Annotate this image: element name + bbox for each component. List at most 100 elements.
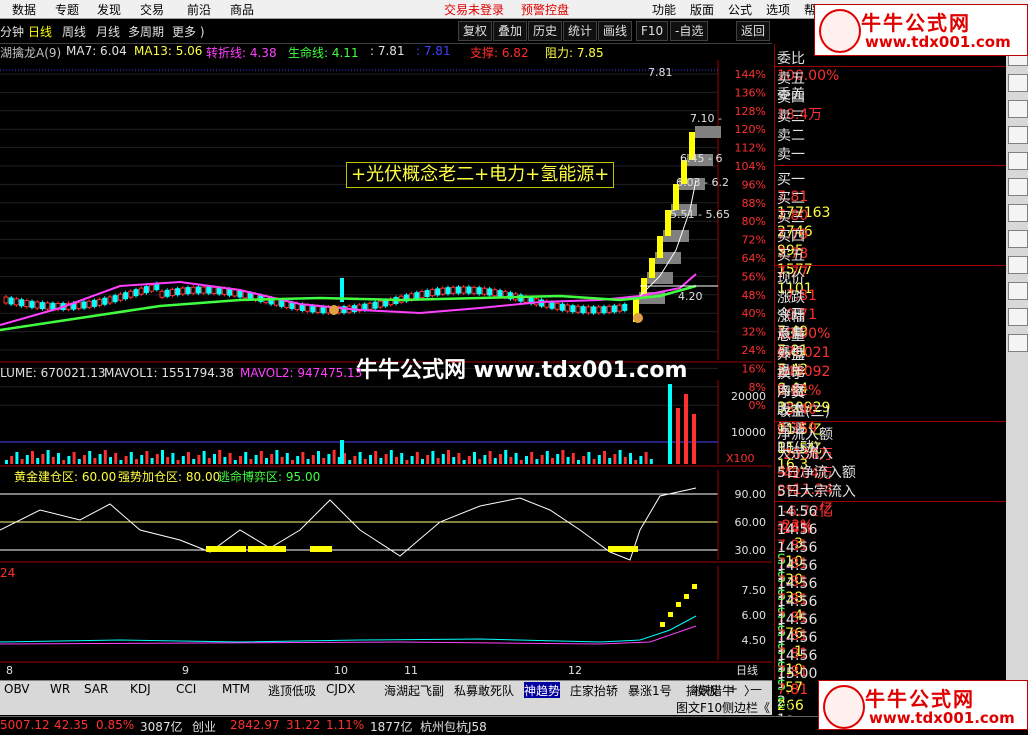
- trade-login-status[interactable]: 交易未登录: [444, 1, 504, 18]
- indicator-tab[interactable]: 逃顶低吸: [268, 682, 316, 699]
- tick-row: 14:56 7.81 10 S 1: [777, 522, 1005, 602]
- sell-label: 卖二: [777, 128, 805, 144]
- volume-bar: [31, 451, 34, 464]
- menu-item-discover[interactable]: 发现: [97, 1, 121, 18]
- volume-bar: [161, 450, 164, 464]
- candle-body: [461, 286, 467, 294]
- bars-icon[interactable]: [1008, 74, 1028, 92]
- menu-item-trade[interactable]: 交易: [140, 1, 164, 18]
- indicator-tab[interactable]: CJDX: [326, 682, 355, 696]
- menu-item-layout[interactable]: 版面: [690, 1, 714, 18]
- tick-row: 14:56 7.81 4 S 1: [777, 576, 1005, 656]
- indicator-tab[interactable]: KDJ: [130, 682, 151, 696]
- f10-button[interactable]: F10: [636, 21, 669, 41]
- buy-row: 买四 7.78 1577: [777, 226, 1005, 278]
- menu-item-goods[interactable]: 商品: [230, 1, 254, 18]
- volume-bar: [623, 457, 627, 464]
- menu-item-function[interactable]: 功能: [652, 1, 676, 18]
- calc-icon[interactable]: [1008, 308, 1028, 326]
- candle-body: [175, 288, 181, 296]
- indicator-tab[interactable]: MTM: [222, 682, 250, 696]
- volume-bar: [535, 459, 539, 464]
- indicator-tab[interactable]: SAR: [84, 682, 108, 696]
- indicator-tab[interactable]: 暴涨1号: [628, 682, 672, 699]
- period-monthly[interactable]: 月线: [96, 23, 120, 40]
- indicator-tab[interactable]: WR: [50, 682, 70, 696]
- stats-button[interactable]: 统计: [563, 21, 598, 41]
- watchlist-button[interactable]: -自选: [670, 21, 709, 41]
- volume-bar: [410, 456, 414, 464]
- back-button[interactable]: 返回: [736, 21, 771, 41]
- pct-tick-label: 88%: [742, 197, 766, 210]
- volume-bar: [577, 460, 580, 464]
- indicator-tab[interactable]: 海湖起飞副: [384, 682, 444, 699]
- candle-body: [8, 297, 14, 305]
- indicator-tab[interactable]: +: [728, 682, 738, 696]
- note-icon[interactable]: [1008, 282, 1028, 300]
- tick-row: 14:567.8157S1: [777, 648, 1005, 728]
- volume-bar: [668, 384, 672, 464]
- menu-item-data[interactable]: 数据: [12, 1, 36, 18]
- indicator-tab[interactable]: —: [750, 682, 762, 696]
- line-icon[interactable]: [1008, 230, 1028, 248]
- overlay-button[interactable]: 叠加: [493, 21, 528, 41]
- volume-bar: [530, 452, 534, 464]
- rsi-icon[interactable]: [1008, 256, 1028, 274]
- info-icon[interactable]: [1008, 334, 1028, 352]
- index-sh-pct: 0.85%: [96, 718, 135, 732]
- candle-body: [419, 291, 425, 299]
- draw-line-button[interactable]: 画线: [598, 21, 633, 41]
- index-gem-change: 31.22: [286, 718, 321, 732]
- menu-item-options[interactable]: 选项: [766, 1, 790, 18]
- period-label: 日线: [736, 663, 758, 677]
- kline-icon[interactable]: [1008, 100, 1028, 118]
- candle-body: [185, 287, 191, 295]
- candle-body: [133, 289, 139, 297]
- limit-up-candle: [649, 258, 655, 278]
- candle-body: [279, 299, 285, 307]
- ma13-value: MA13: 5.06: [134, 44, 203, 58]
- menu-item-topics[interactable]: 专题: [55, 1, 79, 18]
- indicator-tab[interactable]: 庄家抬轿: [570, 682, 618, 699]
- sidebar-toggle[interactable]: 侧边栏《: [722, 699, 770, 716]
- support-value: 支撑: 6.82: [470, 46, 529, 60]
- f10-text-tab[interactable]: 图文F10: [676, 699, 722, 716]
- menu-item-frontier[interactable]: 前沿: [187, 1, 211, 18]
- volume-bar: [452, 457, 456, 464]
- indicator-tab[interactable]: OBV: [4, 682, 30, 696]
- volume-bar: [634, 460, 638, 464]
- candle-body: [247, 292, 253, 300]
- adjust-button[interactable]: 复权: [458, 21, 493, 41]
- tick-time: 14:56: [777, 558, 818, 574]
- period-multi[interactable]: 多周期: [128, 23, 164, 40]
- candle-body: [559, 303, 565, 311]
- volume-bar: [166, 457, 170, 464]
- period-weekly[interactable]: 周线: [62, 23, 86, 40]
- history-button[interactable]: 历史: [528, 21, 563, 41]
- table-icon[interactable]: [1008, 126, 1028, 144]
- indicator-tab[interactable]: CCI: [176, 682, 196, 696]
- buy-row: 买二 7.80 2746: [777, 188, 1005, 240]
- period-minute[interactable]: 分钟: [0, 23, 24, 40]
- menu-item-formula[interactable]: 公式: [728, 1, 752, 18]
- volume-bar: [649, 459, 653, 464]
- period-more[interactable]: 更多 ): [172, 23, 205, 40]
- candle-body: [117, 293, 123, 301]
- signal-coin-icon: [633, 313, 643, 323]
- volume-bar: [119, 460, 123, 464]
- trend-marker: [668, 612, 673, 617]
- candle-body: [611, 305, 617, 313]
- indicator-tab[interactable]: 模板: [694, 682, 718, 699]
- period-daily[interactable]: 日线: [28, 23, 52, 40]
- f10-icon[interactable]: [1008, 204, 1028, 222]
- indicator-tab[interactable]: 神趋势: [524, 682, 561, 699]
- grid-icon[interactable]: [1008, 178, 1028, 196]
- pen-tab[interactable]: 笔: [780, 699, 792, 716]
- volume-bar: [155, 454, 159, 464]
- indicator-tab[interactable]: 私募敢死队: [454, 682, 514, 699]
- warning-control-link[interactable]: 预警控盘: [521, 1, 569, 18]
- volume-bar: [285, 453, 289, 464]
- list-icon[interactable]: [1008, 152, 1028, 170]
- candle-body: [102, 297, 108, 305]
- volume-bar: [353, 456, 357, 464]
